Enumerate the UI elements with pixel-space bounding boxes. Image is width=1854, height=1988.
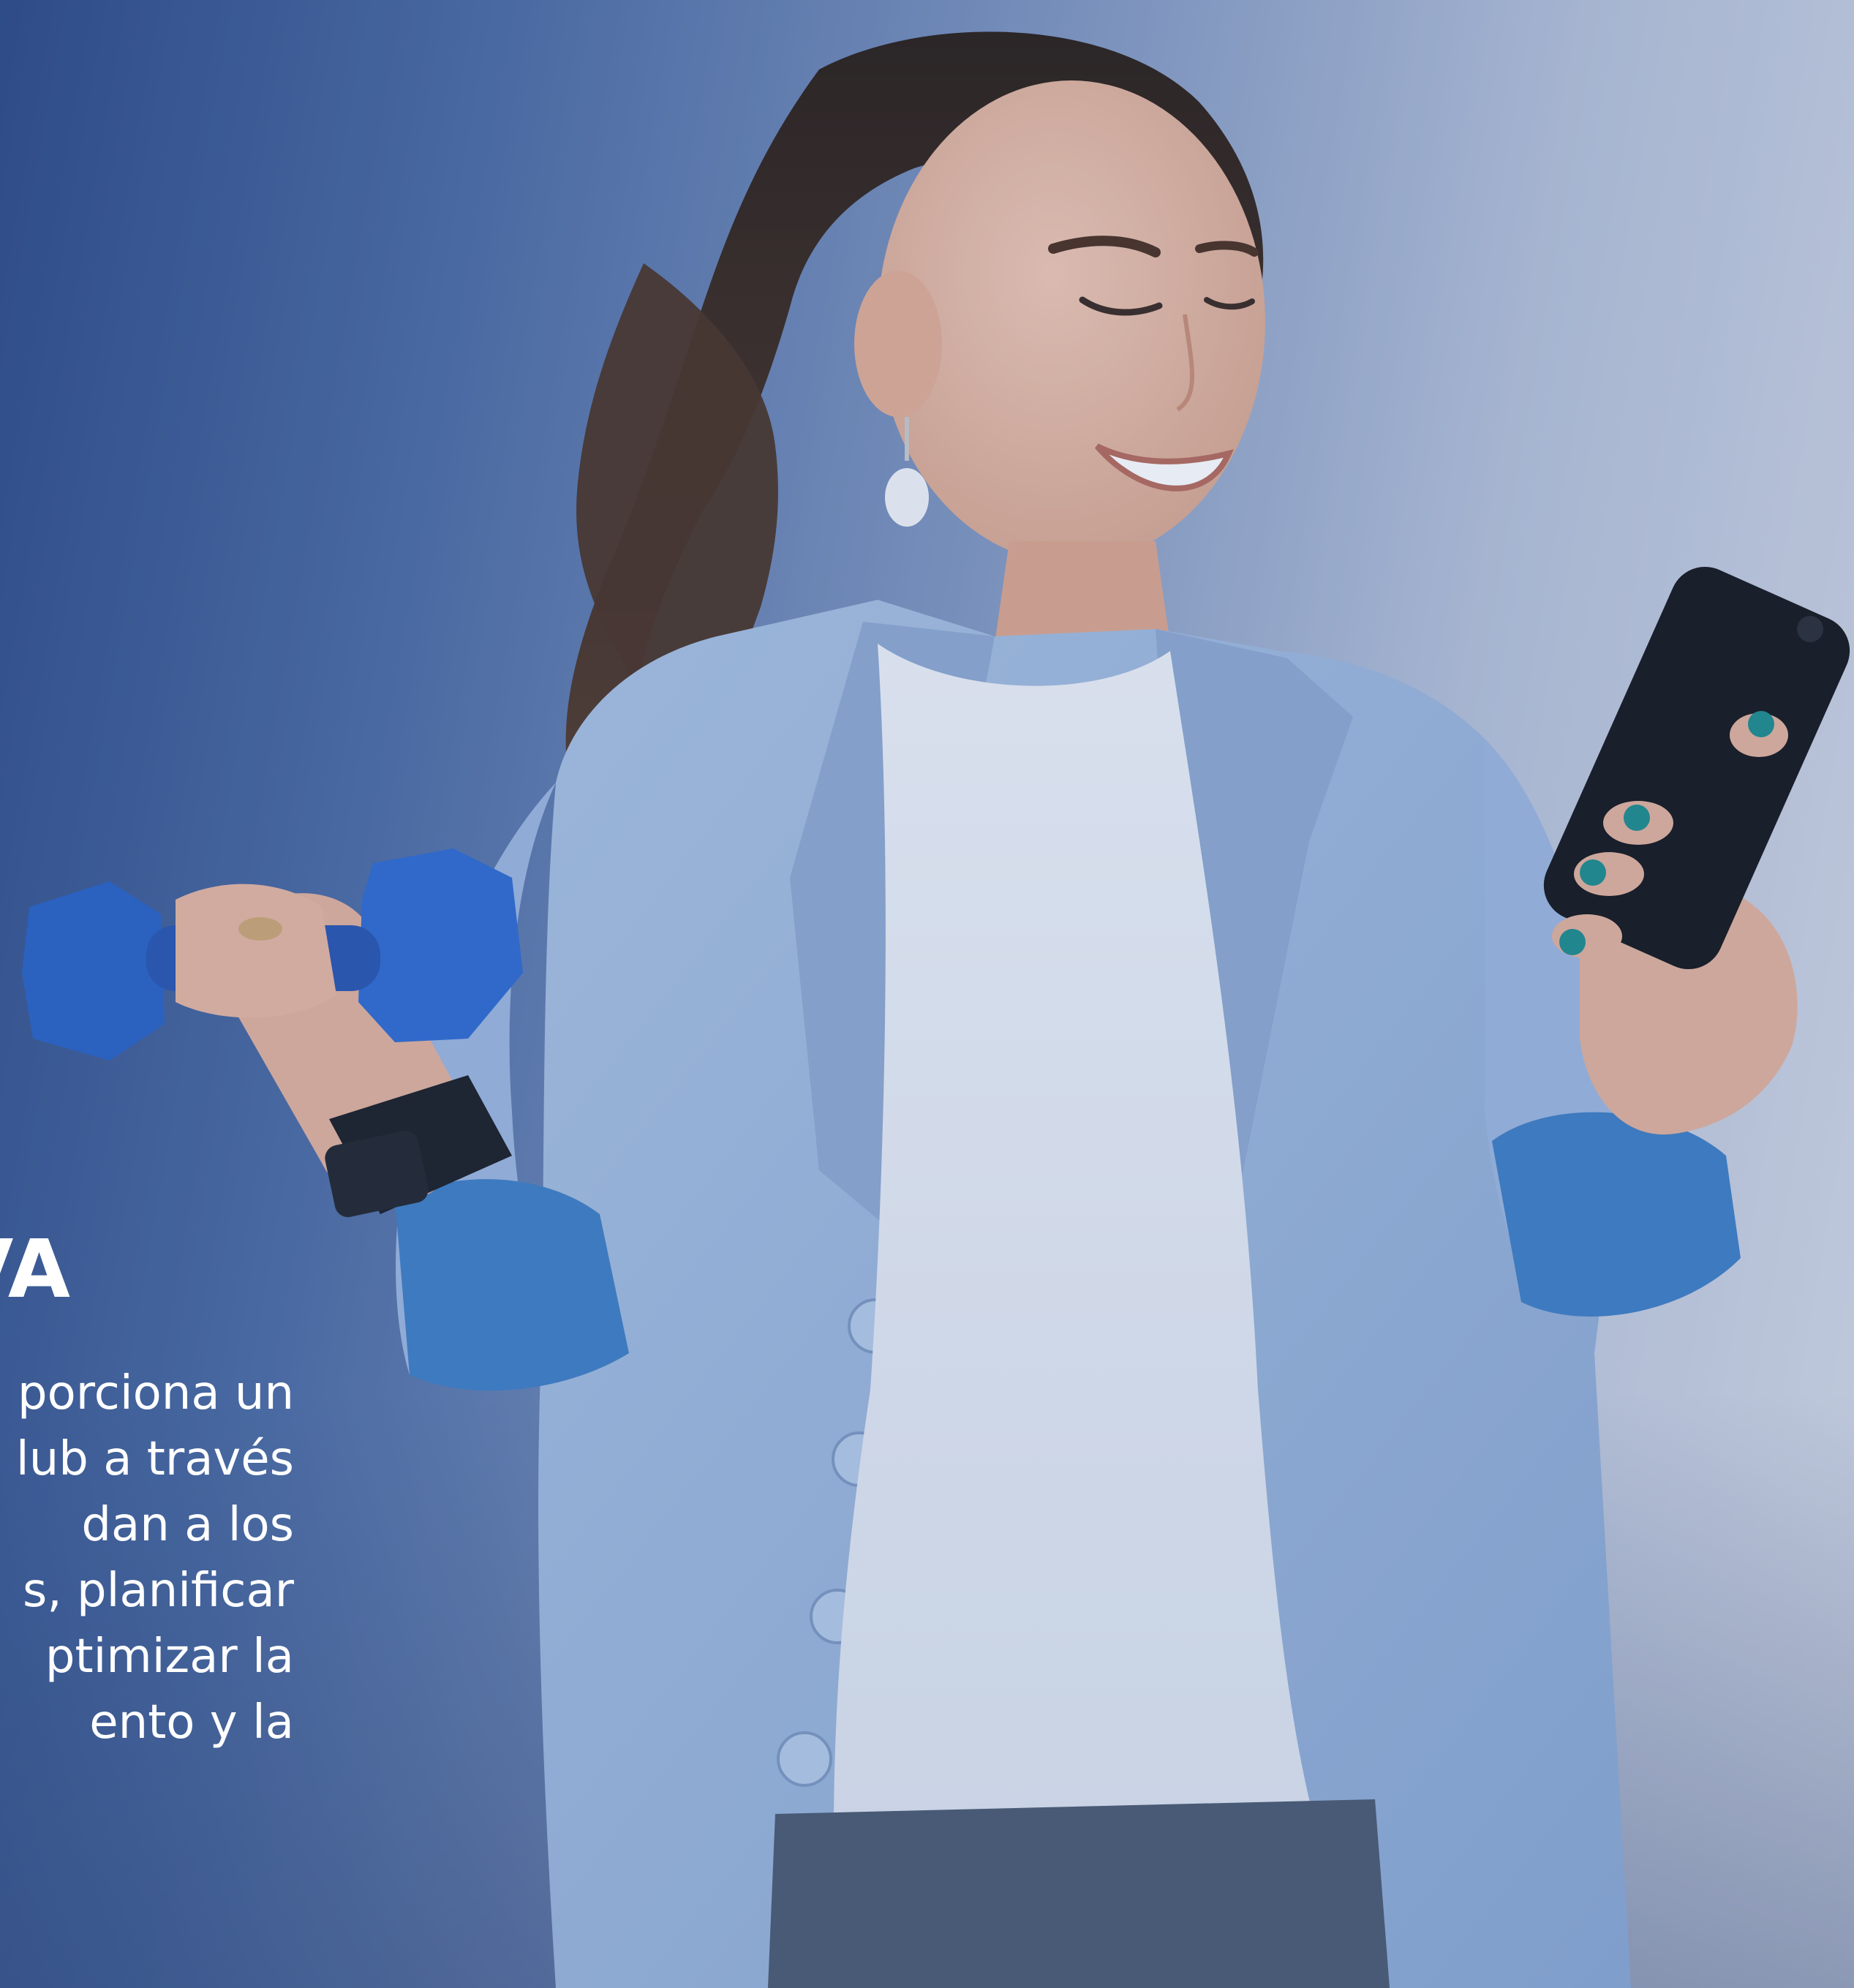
hero-description-line: dan a los <box>81 1498 294 1552</box>
hero-banner: VA porciona un lub a través dan a los s,… <box>0 0 1854 1988</box>
hero-description-line: ento y la <box>89 1695 294 1750</box>
hero-heading: VA <box>0 1222 70 1316</box>
hero-description-line: ptimizar la <box>45 1630 294 1684</box>
hero-description: porciona un lub a través dan a los s, pl… <box>0 1360 294 1770</box>
hero-description-line: porciona un <box>17 1366 294 1420</box>
hero-description-line: lub a través <box>15 1432 294 1486</box>
hero-description-line: s, planificar <box>22 1564 294 1618</box>
